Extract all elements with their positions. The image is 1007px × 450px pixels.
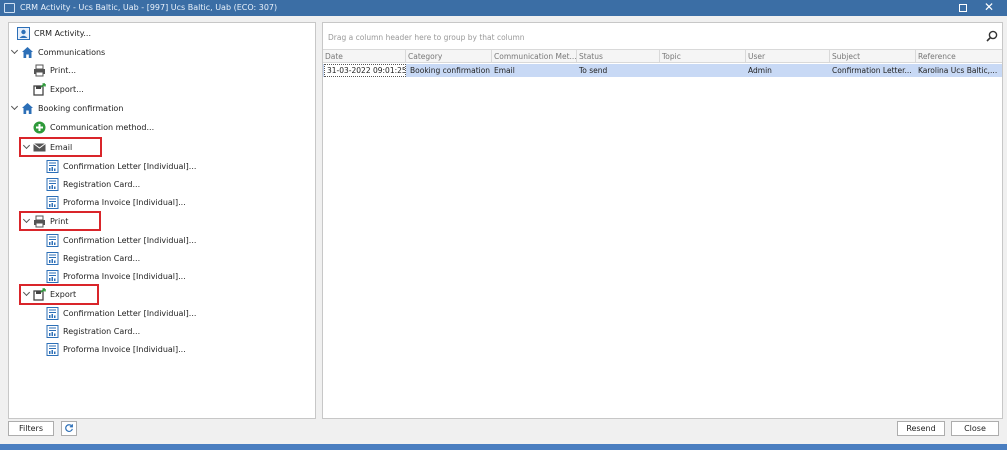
tree-label: Confirmation Letter [Individual]... [63,308,197,318]
maximize-button[interactable] [950,0,976,16]
cell-communication-method[interactable]: Email [492,64,577,77]
report-icon [46,324,59,338]
bottom-strip [0,444,1007,450]
app-icon [4,3,15,13]
column-header-user[interactable]: User [746,50,830,63]
cell-user[interactable]: Admin [746,64,830,77]
window-close-button[interactable]: ✕ [976,0,1002,16]
export-icon [33,287,46,301]
tree-item-email-proforma-invoice[interactable]: Proforma Invoice [Individual]... [46,194,186,210]
group-by-hint: Drag a column header here to group by th… [328,33,525,42]
tree-label: Communication method... [50,122,155,132]
group-by-panel[interactable]: Drag a column header here to group by th… [323,23,1002,49]
add-icon [33,121,46,134]
column-header-category[interactable]: Category [406,50,492,63]
tree-item-export[interactable]: Export... [33,81,84,97]
column-header-topic[interactable]: Topic [660,50,746,63]
communications-grid-panel: Drag a column header here to group by th… [322,22,1003,419]
tree-item-booking-confirmation[interactable]: Booking confirmation [11,100,123,116]
cell-reference[interactable]: Karolina Ucs Baltic,... [916,64,1002,77]
tree-item-crm-activity[interactable]: CRM Activity... [17,25,91,41]
column-header-communication-method[interactable]: Communication Met... [492,50,577,63]
tree-label: Email [50,142,73,152]
close-icon: ✕ [983,0,995,14]
user-icon [17,26,30,40]
tree-item-print-confirmation-letter[interactable]: Confirmation Letter [Individual]... [46,232,196,248]
printer-icon [33,215,46,228]
tree-item-print[interactable]: Print... [33,62,76,78]
tree-item-print-registration-card[interactable]: Registration Card... [46,250,140,266]
resend-button[interactable]: Resend [897,421,945,436]
column-header-subject[interactable]: Subject [830,50,916,63]
tree-label: Confirmation Letter [Individual]... [63,161,197,171]
tree-item-email-registration-card[interactable]: Registration Card... [46,176,140,192]
cell-category[interactable]: Booking confirmation [408,64,492,77]
tree-label: Proforma Invoice [Individual]... [63,271,186,281]
report-icon [46,159,59,173]
home-icon [21,102,34,115]
cell-topic[interactable] [660,64,746,77]
tree-label: Communications [38,47,106,57]
report-icon [46,342,59,356]
maximize-icon [959,4,967,12]
tree-label: Registration Card... [63,326,141,336]
tree-label: Confirmation Letter [Individual]... [63,235,197,245]
tree-label: CRM Activity... [34,28,91,38]
refresh-icon [64,423,74,437]
grid-header: Date Category Communication Met... Statu… [323,49,1002,63]
table-row[interactable]: 31-03-2022 09:01:25 Booking confirmation… [323,64,1002,77]
window-title: CRM Activity - Ucs Baltic, Uab - [997] U… [20,3,278,12]
tree-label: Proforma Invoice [Individual]... [63,344,186,354]
tree-label: Export [50,289,77,299]
chevron-down-icon[interactable] [11,48,19,56]
column-header-status[interactable]: Status [577,50,660,63]
chevron-down-icon[interactable] [11,104,19,112]
report-icon [46,177,59,191]
report-icon [46,251,59,265]
filters-button[interactable]: Filters [8,421,54,436]
tree-item-communications[interactable]: Communications [11,44,105,60]
report-icon [46,233,59,247]
export-icon [33,82,46,96]
report-icon [46,306,59,320]
search-icon[interactable] [986,30,998,42]
tree-item-export-group[interactable]: Export [23,286,76,302]
home-icon [21,46,34,59]
tree-label: Booking confirmation [38,103,124,113]
tree-item-print-proforma-invoice[interactable]: Proforma Invoice [Individual]... [46,268,186,284]
chevron-down-icon[interactable] [23,143,31,151]
envelope-icon [33,141,46,154]
tree-item-print-group[interactable]: Print [23,213,68,229]
tree-label: Print [50,216,69,226]
column-header-reference[interactable]: Reference [916,50,1002,63]
chevron-down-icon[interactable] [23,217,31,225]
close-button[interactable]: Close [951,421,999,436]
tree-item-export-proforma-invoice[interactable]: Proforma Invoice [Individual]... [46,341,186,357]
tree-label: Registration Card... [63,179,141,189]
printer-icon [33,64,46,77]
tree-item-communication-method[interactable]: Communication method... [33,119,154,135]
tree-item-export-registration-card[interactable]: Registration Card... [46,323,140,339]
bottom-toolbar: Filters Resend Close [0,420,1007,442]
tree-item-export-confirmation-letter[interactable]: Confirmation Letter [Individual]... [46,305,196,321]
tree-label: Print... [50,65,77,75]
tree-item-email[interactable]: Email [23,139,72,155]
report-icon [46,269,59,283]
window-titlebar: CRM Activity - Ucs Baltic, Uab - [997] U… [0,0,1007,16]
tree-item-email-confirmation-letter[interactable]: Confirmation Letter [Individual]... [46,158,196,174]
tree-label: Export... [50,84,84,94]
cell-subject[interactable]: Confirmation Letter... [830,64,916,77]
column-header-date[interactable]: Date [323,50,406,63]
tree-label: Proforma Invoice [Individual]... [63,197,186,207]
cell-status[interactable]: To send [577,64,660,77]
tree-label: Registration Card... [63,253,141,263]
activity-tree-panel: CRM Activity... Communications Print... … [8,22,316,419]
report-icon [46,195,59,209]
refresh-button[interactable] [61,421,77,436]
cell-date[interactable]: 31-03-2022 09:01:25 [324,64,406,77]
chevron-down-icon[interactable] [23,290,31,298]
